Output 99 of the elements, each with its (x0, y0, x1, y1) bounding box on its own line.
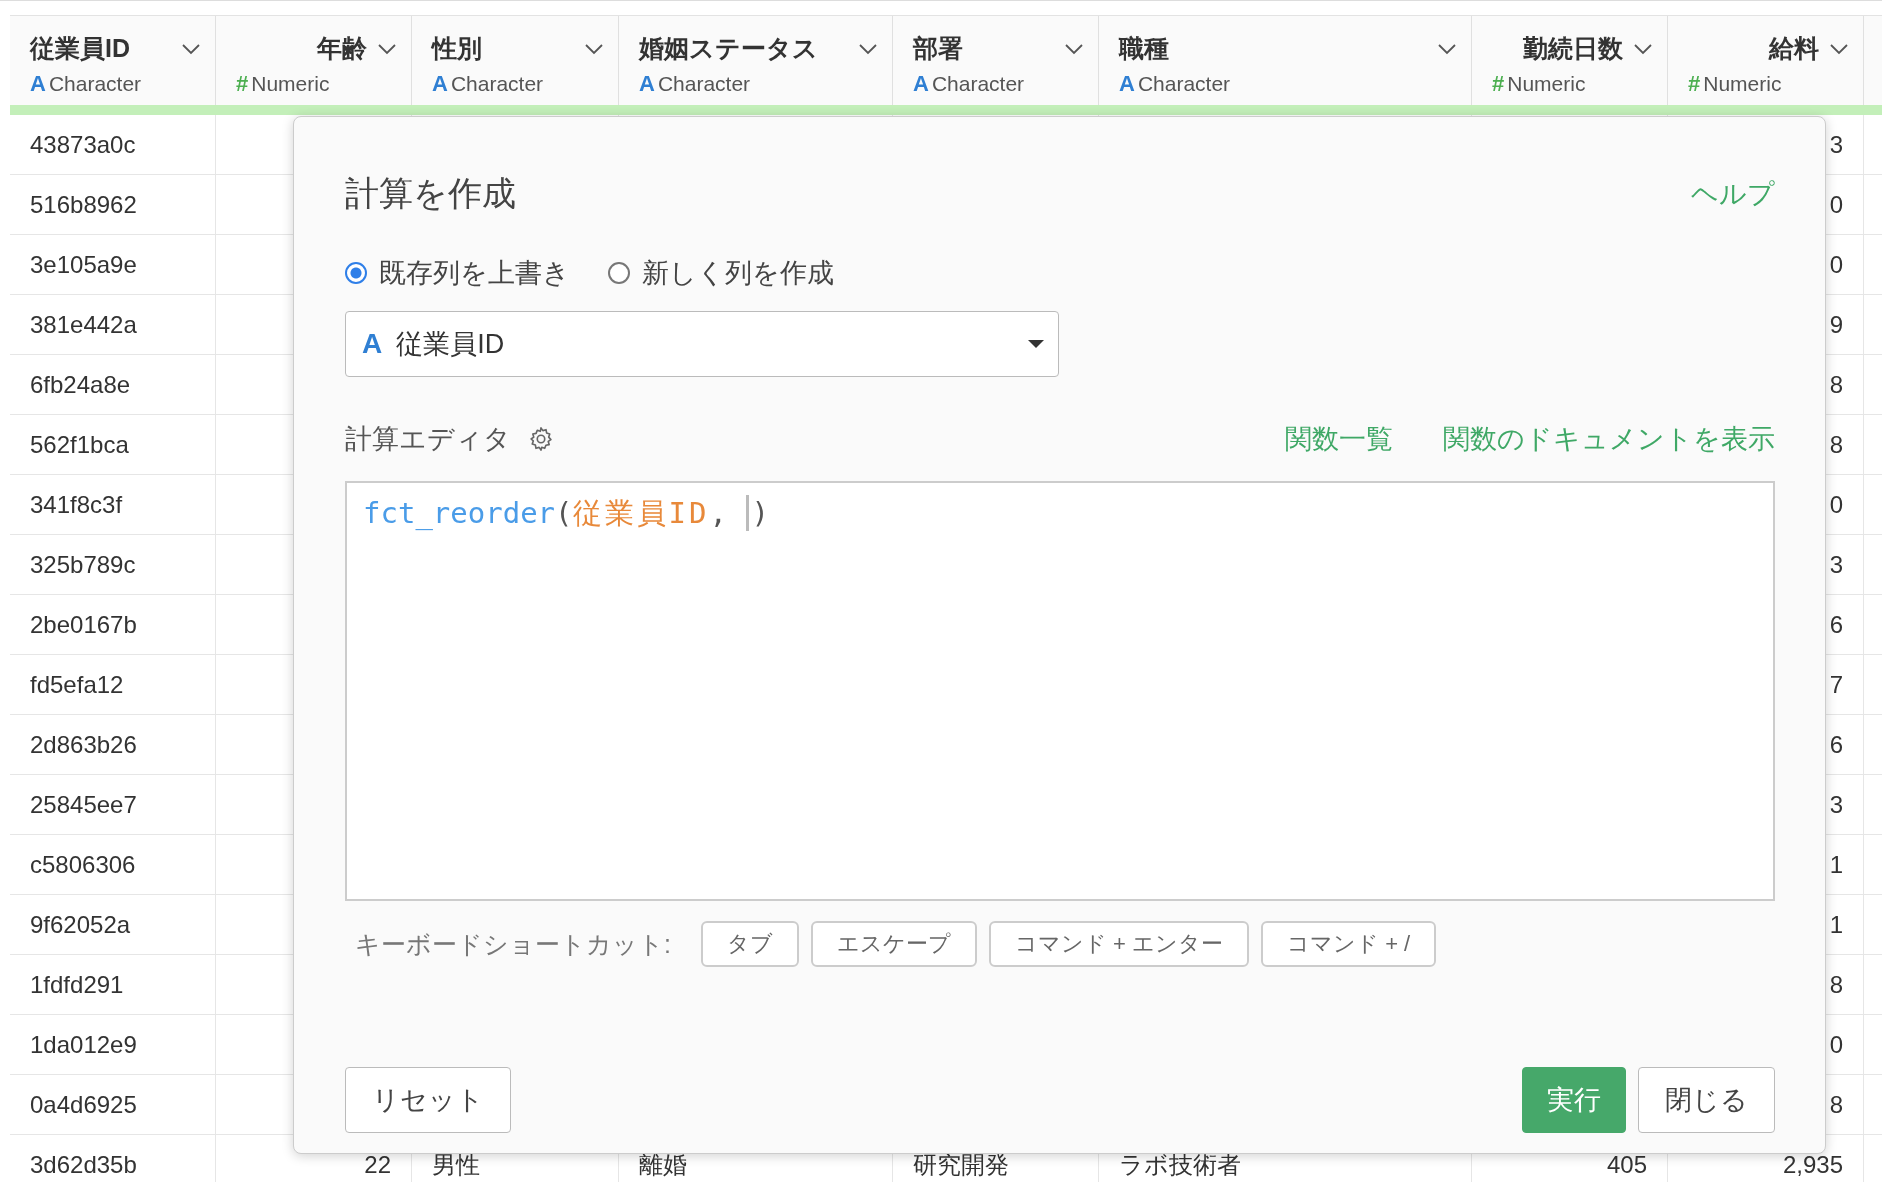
close-button[interactable]: 閉じる (1638, 1067, 1775, 1133)
table-cell: 341f8c3f (30, 490, 123, 519)
caret-icon (1028, 340, 1044, 348)
table-cell: 1 (1829, 910, 1843, 939)
chevron-down-icon[interactable] (181, 42, 201, 55)
table-cell: 3d62d35b (30, 1150, 137, 1179)
table-cell: 8 (1829, 970, 1843, 999)
table-cell: 9 (1829, 310, 1843, 339)
table-cell: 43873a0c (30, 130, 136, 159)
column-type: Character (48, 72, 142, 96)
code-token: ( (555, 495, 573, 532)
column-type: Numeric (1703, 72, 1782, 96)
shortcut-key: タブ (700, 921, 799, 967)
character-type-icon: A (1119, 71, 1135, 97)
radio-label: 既存列を上書き (379, 257, 570, 290)
text-cursor (746, 495, 750, 532)
table-cell: 3 (1829, 550, 1843, 579)
table-cell: 2,935 (1782, 1150, 1843, 1179)
table-cell: 1 (1829, 850, 1843, 879)
table-cell: 1da012e9 (30, 1030, 137, 1059)
column-type: Numeric (1507, 72, 1586, 96)
column-type: Character (1137, 72, 1231, 96)
column-name: 勤続日数 (1523, 33, 1623, 64)
reset-button[interactable]: リセット (345, 1067, 511, 1133)
table-cell: 3 (1829, 130, 1843, 159)
chevron-down-icon[interactable] (1829, 42, 1849, 55)
character-type-icon: A (362, 328, 383, 360)
chevron-down-icon[interactable] (1633, 42, 1653, 55)
table-cell: 6 (1829, 730, 1843, 759)
table-cell: 3e105a9e (30, 250, 137, 279)
table-cell: 0 (1829, 190, 1843, 219)
code-token: fct_reorder (363, 495, 556, 532)
column-name: 年齢 (317, 33, 367, 64)
code-editor[interactable]: fct_reorder(従業員ID, ) (345, 481, 1775, 901)
table-cell: 2be0167b (30, 610, 137, 639)
character-type-icon: A (913, 71, 929, 97)
code-token: ) (751, 495, 769, 532)
settings-icon[interactable] (527, 425, 555, 453)
chevron-down-icon[interactable] (858, 42, 878, 55)
numeric-type-icon: # (1492, 71, 1505, 97)
table-cell: 7 (1829, 670, 1843, 699)
column-type: Character (931, 72, 1025, 96)
chevron-down-icon[interactable] (1437, 42, 1457, 55)
editor-label: 計算エディタ (345, 423, 511, 456)
column-name: 婚姻ステータス (639, 33, 818, 64)
column-name: 部署 (913, 33, 963, 64)
shortcut-key: コマンド + / (1261, 921, 1437, 967)
table-cell: 3 (1829, 790, 1843, 819)
table-cell: fd5efa12 (30, 670, 124, 699)
code-token: 従業員ID (572, 495, 710, 532)
table-cell-text: 離婚 (639, 1149, 687, 1180)
table-cell-text: 研究開発 (913, 1149, 1009, 1180)
shortcuts-label: キーボードショートカット: (355, 928, 671, 960)
shortcut-key: コマンド + エンター (988, 921, 1250, 967)
table-cell: 8 (1829, 370, 1843, 399)
table-cell: 325b789c (30, 550, 136, 579)
table-cell: 6fb24a8e (30, 370, 131, 399)
chevron-down-icon[interactable] (377, 42, 397, 55)
character-type-icon: A (30, 71, 46, 97)
dialog-title: 計算を作成 (345, 173, 516, 214)
column-type: Character (450, 72, 544, 96)
table-cell: 516b8962 (30, 190, 137, 219)
table-cell: 0 (1829, 250, 1843, 279)
column-name: 職種 (1119, 33, 1169, 64)
table-cell: 8 (1829, 430, 1843, 459)
column-name: 給料 (1769, 33, 1819, 64)
table-cell: 25845ee7 (30, 790, 137, 819)
table-cell: 0 (1829, 1030, 1843, 1059)
radio-button[interactable] (608, 262, 630, 284)
table-cell: 2d863b26 (30, 730, 137, 759)
numeric-type-icon: # (236, 71, 249, 97)
table-cell-text: ラボ技術者 (1119, 1149, 1241, 1180)
table-cell: 8 (1829, 1090, 1843, 1119)
shortcut-key: エスケープ (810, 921, 977, 967)
table-cell: 6 (1829, 610, 1843, 639)
column-type: Numeric (251, 72, 330, 96)
character-type-icon: A (432, 71, 448, 97)
radio-label: 新しく列を作成 (642, 257, 834, 290)
table-cell: 562f1bca (30, 430, 129, 459)
table-cell: 9f62052a (30, 910, 131, 939)
column-name: 性別 (432, 33, 482, 64)
table-cell: 405 (1606, 1150, 1647, 1179)
chevron-down-icon[interactable] (1064, 42, 1084, 55)
code-token: , (709, 495, 728, 532)
column-type: Character (657, 72, 751, 96)
radio-button[interactable] (345, 262, 367, 284)
chevron-down-icon[interactable] (584, 42, 604, 55)
column-name: 従業員ID (30, 33, 130, 64)
dropdown-value: 従業員ID (396, 328, 506, 361)
table-cell: 22 (364, 1150, 391, 1179)
table-cell: 381e442a (30, 310, 137, 339)
table-cell-text: 男性 (432, 1149, 480, 1180)
table-cell: 1fdfd291 (30, 970, 124, 999)
character-type-icon: A (639, 71, 655, 97)
numeric-type-icon: # (1688, 71, 1701, 97)
table-cell: c5806306 (30, 850, 136, 879)
table-cell: 0a4d6925 (30, 1090, 137, 1119)
table-cell: 0 (1829, 490, 1843, 519)
column-dropdown[interactable]: A 従業員ID (345, 311, 1059, 377)
